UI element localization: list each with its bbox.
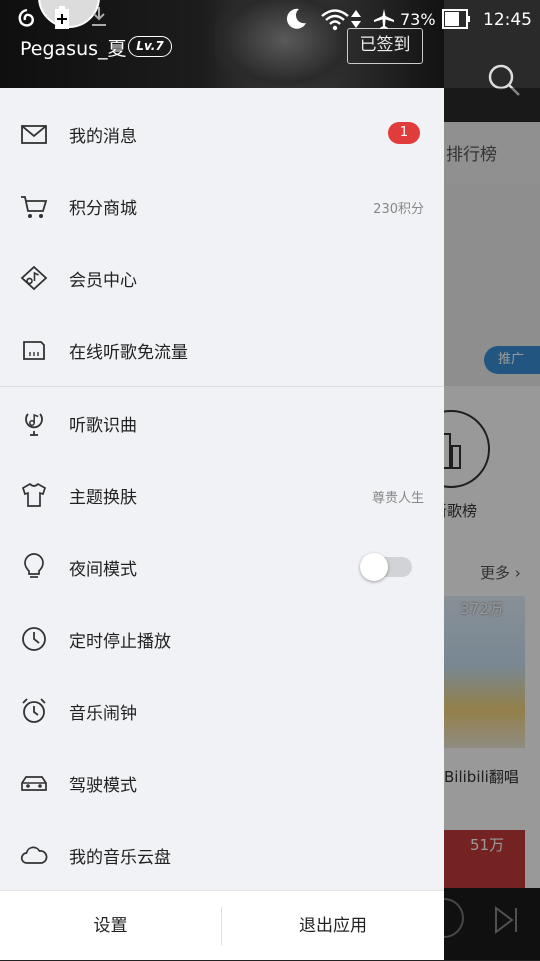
menu-item-label: 定时停止播放 [69,632,171,652]
status-bar: 73% 12:45 [0,0,540,40]
menu-item-label: 主题换肤 [69,488,137,508]
airplane-icon [374,9,394,29]
data-transfer-icon [351,10,361,28]
menu-item-free-data[interactable]: 在线听歌免流量 [0,314,444,386]
menu-item-vip-center[interactable]: 会员中心 [0,242,444,314]
night-mode-toggle[interactable] [360,553,412,581]
clock-time: 12:45 [483,10,532,30]
menu-item-driving-mode[interactable]: 驾驶模式 [0,747,444,819]
menu-item-song-recognition[interactable]: 听歌识曲 [0,387,444,459]
cloud-icon [20,846,48,864]
menu-item-label: 积分商城 [69,199,137,219]
battery-saver-icon [55,6,69,29]
battery-icon [442,9,470,29]
menu-item-sleep-timer[interactable]: 定时停止播放 [0,603,444,675]
menu-item-themes[interactable]: 主题换肤 尊贵人生 [0,459,444,531]
battery-percent: 73% [400,10,436,29]
menu-item-label: 我的消息 [69,127,137,147]
netease-music-icon [18,8,34,27]
alarm-clock-icon [22,698,46,723]
menu-item-label: 音乐闹钟 [69,704,137,724]
menu-item-messages[interactable]: 我的消息 1 [0,98,444,170]
wifi-icon [321,9,349,31]
unread-badge: 1 [388,122,420,144]
menu-item-night-mode[interactable]: 夜间模式 [0,531,444,603]
vip-diamond-icon [20,265,48,291]
menu-item-label: 夜间模式 [69,560,137,580]
menu-item-label: 我的音乐云盘 [69,848,171,868]
moon-icon [286,8,306,29]
menu-item-cloud-drive[interactable]: 我的音乐云盘 [0,819,444,891]
mic-music-icon [25,413,43,436]
menu-item-label: 会员中心 [69,271,137,291]
drawer-footer: 设置 退出应用 [0,890,444,960]
cart-icon [21,196,48,218]
exit-app-button[interactable]: 退出应用 [222,891,444,961]
lightbulb-icon [24,553,44,578]
menu-item-label: 在线听歌免流量 [69,343,188,363]
menu-item-label: 驾驶模式 [69,776,137,796]
download-icon [92,7,106,26]
mail-icon [21,125,47,144]
clock-icon [22,627,46,651]
menu-item-music-alarm[interactable]: 音乐闹钟 [0,675,444,747]
settings-button[interactable]: 设置 [0,891,221,961]
car-icon [21,776,47,791]
sim-card-icon [23,341,45,360]
navigation-drawer: Pegasus_夏 Lv.7 已签到 我的消息 1 积分商城 230积分 会员中… [0,0,444,960]
menu-item-label: 听歌识曲 [69,416,137,436]
menu-item-points-mall[interactable]: 积分商城 230积分 [0,170,444,242]
drawer-scrim[interactable] [444,88,540,960]
points-value: 230积分 [373,202,424,217]
current-theme-name: 尊贵人生 [371,491,424,506]
toggle-knob [360,553,388,581]
tshirt-icon [21,482,47,507]
